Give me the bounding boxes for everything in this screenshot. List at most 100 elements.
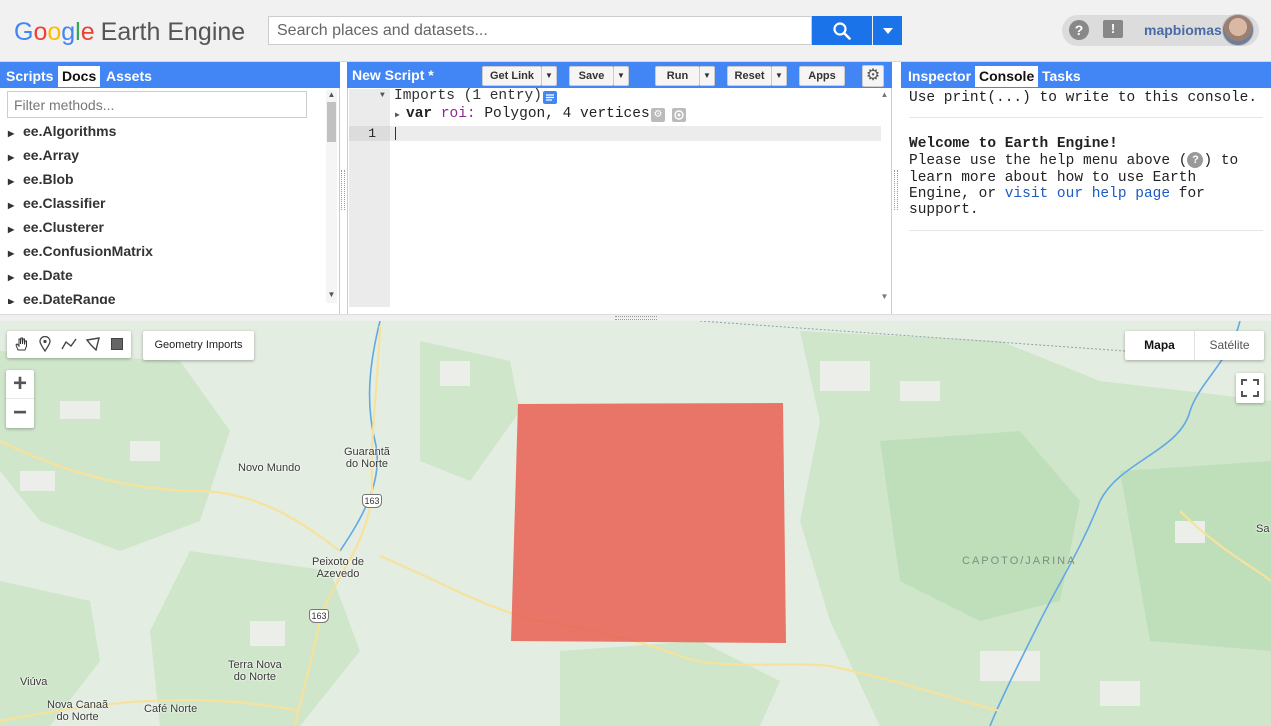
tab-assets[interactable]: Assets <box>102 66 156 87</box>
resize-handle[interactable] <box>894 170 898 210</box>
welcome-line: Engine, or visit our help page for <box>909 186 1205 203</box>
username[interactable]: mapbiomas <box>1144 22 1222 38</box>
logo-letter: o <box>33 18 48 46</box>
editor-gutter <box>349 89 390 307</box>
gear-icon[interactable]: ⚙ <box>862 65 884 87</box>
docs-item-label: ee.DateRange <box>23 291 116 304</box>
place-label: Nova Canaã do Norte <box>47 699 108 723</box>
text-cursor <box>395 127 396 140</box>
apps-button[interactable]: Apps <box>799 66 845 86</box>
resize-handle[interactable] <box>341 170 345 210</box>
docs-scrollbar[interactable]: ▲ ▼ <box>326 90 337 303</box>
run-dropdown-icon[interactable]: ▼ <box>700 66 715 86</box>
search-box <box>268 16 812 45</box>
tab-docs[interactable]: Docs <box>58 66 101 87</box>
welcome-line: Please use the help menu above (?) to <box>909 152 1238 169</box>
expand-arrow-icon: ▶ <box>8 225 15 234</box>
logo-letter: g <box>61 18 76 46</box>
help-icon[interactable]: ? <box>1069 20 1089 40</box>
fullscreen-button[interactable] <box>1236 373 1264 403</box>
roi-polygon[interactable] <box>511 403 786 643</box>
resize-handle[interactable] <box>615 316 657 320</box>
help-page-link[interactable]: visit our help page <box>1005 186 1170 202</box>
polygon-icon[interactable] <box>81 332 105 356</box>
console-hint: Use print(...) to write to this console. <box>909 90 1258 106</box>
logo-letter: e <box>80 18 95 46</box>
place-label-line: do Norte <box>56 711 99 723</box>
scroll-up-icon[interactable]: ▲ <box>879 90 890 99</box>
caret-down-icon <box>882 27 893 34</box>
docs-item[interactable]: ▶ ee.Algorithms <box>8 120 116 142</box>
place-label: Terra Nova do Norte <box>228 659 282 683</box>
tab-scripts[interactable]: Scripts <box>2 66 57 87</box>
scroll-down-icon[interactable]: ▼ <box>879 292 890 301</box>
docs-item-label: ee.Array <box>23 147 80 163</box>
docs-item-label: ee.Classifier <box>23 195 106 211</box>
imports-doc-icon[interactable] <box>543 91 557 104</box>
map-resize-bar[interactable] <box>0 314 1271 321</box>
map-tiles <box>0 321 1271 726</box>
geometry-imports-button[interactable]: Geometry Imports <box>143 331 254 360</box>
console-divider <box>909 230 1263 231</box>
map-canvas[interactable]: Novo Mundo Guarantã do Norte Peixoto de Az… <box>0 321 1271 726</box>
earth-engine-logo[interactable]: Google Earth Engine <box>14 16 245 48</box>
search-options-button[interactable] <box>873 16 902 45</box>
filter-methods-input[interactable] <box>7 91 307 118</box>
search-button[interactable] <box>812 16 872 45</box>
fullscreen-icon <box>1241 379 1259 397</box>
reset-button[interactable]: Reset <box>727 66 772 86</box>
import-settings-icon[interactable]: ⚙ <box>651 108 665 122</box>
save-dropdown-icon[interactable]: ▼ <box>614 66 629 86</box>
map-type-satellite-button[interactable]: Satélite <box>1195 331 1264 360</box>
docs-item[interactable]: ▶ ee.ConfusionMatrix <box>8 240 153 262</box>
docs-item[interactable]: ▶ ee.Blob <box>8 168 74 190</box>
welcome-line: support. <box>909 202 979 218</box>
docs-item[interactable]: ▶ ee.Classifier <box>8 192 106 214</box>
pan-hand-icon[interactable] <box>9 332 33 356</box>
editor-scrollbar[interactable]: ▲ ▼ <box>879 90 890 304</box>
place-label-line: do Norte <box>233 671 276 683</box>
zoom-in-button[interactable]: + <box>6 370 34 399</box>
place-label: Viúva <box>20 676 48 688</box>
docs-item[interactable]: ▶ ee.Clusterer <box>8 216 104 238</box>
zoom-out-button[interactable]: − <box>6 399 34 428</box>
marker-icon[interactable] <box>33 332 57 356</box>
line-number: 1 <box>349 126 390 141</box>
region-label: CAPOTO/JARINA <box>962 555 1077 567</box>
tab-tasks[interactable]: Tasks <box>1038 66 1085 87</box>
place-label-line: Terra Nova <box>228 659 282 671</box>
import-target-icon[interactable] <box>672 108 686 122</box>
map-type-map-button[interactable]: Mapa <box>1125 331 1195 360</box>
docs-item[interactable]: ▶ ee.Date <box>8 264 73 286</box>
get-link-button[interactable]: Get Link <box>482 66 542 86</box>
docs-item-label: ee.Date <box>23 267 73 283</box>
script-title[interactable]: New Script * <box>352 67 434 83</box>
docs-item-label: ee.Clusterer <box>23 219 104 235</box>
scrollbar-thumb[interactable] <box>327 102 336 142</box>
scroll-down-icon[interactable]: ▼ <box>326 290 337 299</box>
expand-arrow-icon[interactable]: ▶ <box>395 110 400 120</box>
avatar[interactable] <box>1222 14 1254 46</box>
get-link-dropdown-icon[interactable]: ▼ <box>542 66 557 86</box>
active-code-line[interactable] <box>390 126 881 141</box>
place-label: Novo Mundo <box>238 462 301 474</box>
expand-arrow-icon: ▶ <box>8 201 15 210</box>
run-button[interactable]: Run <box>655 66 700 86</box>
tab-console[interactable]: Console <box>975 66 1039 87</box>
road-shield: 163 <box>362 494 382 508</box>
welcome-title: Welcome to Earth Engine! <box>909 136 1118 152</box>
rectangle-icon[interactable] <box>105 332 129 356</box>
docs-item[interactable]: ▶ ee.Array <box>8 144 79 166</box>
search-input[interactable] <box>269 17 811 44</box>
line-icon[interactable] <box>57 332 81 356</box>
tab-inspector[interactable]: Inspector <box>904 66 975 87</box>
reset-dropdown-icon[interactable]: ▼ <box>772 66 787 86</box>
import-entry[interactable]: var roi: Polygon, 4 vertices <box>406 106 650 122</box>
save-button[interactable]: Save <box>569 66 614 86</box>
feedback-icon[interactable]: ! <box>1103 20 1123 38</box>
docs-item[interactable]: ▶ ee.DateRange <box>8 288 116 304</box>
scroll-up-icon[interactable]: ▲ <box>326 90 337 99</box>
expand-arrow-icon: ▶ <box>8 297 15 304</box>
imports-header[interactable]: Imports (1 entry) <box>394 88 542 104</box>
collapse-arrow-icon[interactable]: ▼ <box>380 91 385 100</box>
